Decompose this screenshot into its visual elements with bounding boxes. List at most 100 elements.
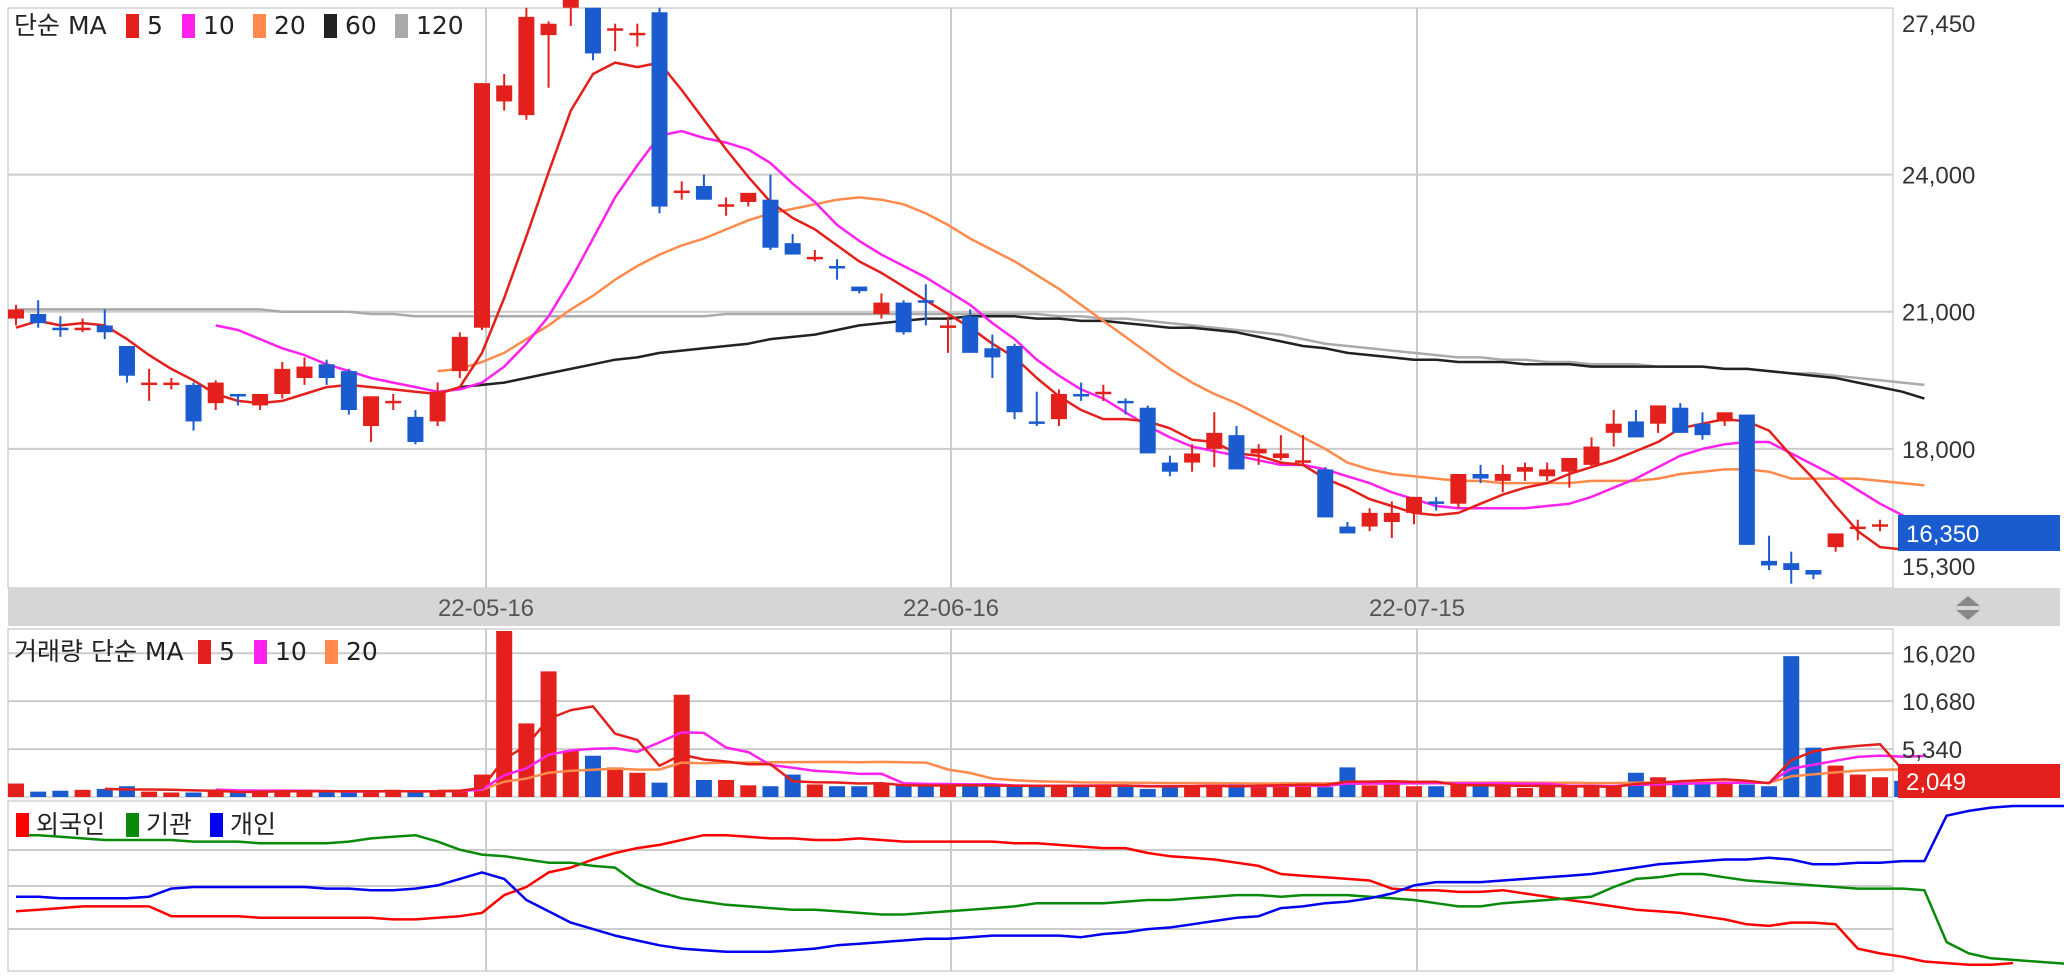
volume-bar [806, 784, 823, 797]
volume-bar [1872, 777, 1888, 797]
volume-legend-label: 20 [346, 637, 378, 666]
candle-body [185, 384, 202, 422]
candle-body [8, 309, 24, 319]
price-legend-swatch [126, 14, 139, 38]
volume-bar [518, 723, 535, 797]
candle-body [451, 336, 468, 372]
candle-body [1161, 462, 1178, 472]
volume-bar [651, 782, 668, 797]
volume-bar [1761, 786, 1778, 797]
volume-bar [340, 792, 357, 797]
candle [1317, 467, 1334, 518]
candle-body [1650, 405, 1667, 424]
volume-bar [118, 786, 135, 797]
volume-bar [584, 755, 601, 797]
volume-legend-title: 거래량 단순 MA [14, 637, 184, 666]
candle-body [895, 302, 912, 333]
candle [895, 300, 912, 335]
investor-legend-label: 기관 [146, 810, 192, 839]
candle-body [962, 316, 979, 353]
candle-body [1028, 421, 1045, 424]
candle-body [762, 199, 779, 248]
candle-body [1494, 474, 1511, 481]
volume-bar [718, 779, 735, 797]
volume-bar [984, 785, 1001, 797]
candle-body [429, 391, 446, 422]
investor-legend-swatch [210, 813, 223, 837]
candle-body [718, 204, 735, 207]
volume-legend-swatch [325, 640, 338, 664]
candle-body [252, 394, 269, 406]
price-tick-label: 15,300 [1902, 554, 1975, 581]
candle-body [1872, 524, 1888, 527]
price-legend-title: 단순 MA [14, 11, 107, 40]
candle-body [1295, 460, 1312, 463]
volume-bar [562, 750, 579, 797]
volume-bar [829, 786, 846, 797]
candle-body [1050, 394, 1067, 420]
candle-body [207, 382, 224, 404]
volume-bar [8, 783, 24, 797]
volume-bar [1028, 786, 1045, 797]
volume-tick-label: 16,020 [1902, 641, 1975, 668]
current-volume-value: 2,049 [1906, 769, 1966, 796]
volume-bar [673, 694, 690, 797]
candle-body [873, 302, 890, 314]
candle-body [1095, 391, 1112, 395]
candle-body [1228, 435, 1245, 470]
candle-body [30, 314, 47, 324]
candle-body [74, 327, 91, 331]
volume-bar [1161, 787, 1178, 797]
volume-bar [540, 671, 557, 797]
volume-legend-label: 5 [219, 637, 235, 666]
candle-body [1738, 414, 1755, 545]
volume-bar [496, 631, 513, 797]
volume-bar [1361, 785, 1378, 797]
volume-bar [1006, 786, 1023, 797]
candle-body [1849, 526, 1866, 530]
volume-bar [1583, 787, 1600, 797]
candle-body [1139, 407, 1156, 454]
candle-body [806, 256, 823, 260]
candle-body [651, 12, 668, 207]
candle-body [851, 286, 868, 292]
volume-bar [1849, 774, 1866, 797]
volume-bar [1738, 784, 1755, 797]
volume-bar [1406, 786, 1422, 797]
candle-body [1073, 394, 1090, 397]
date-tick-label: 22-07-15 [1369, 595, 1465, 622]
volume-bar [940, 786, 956, 797]
candle-body [784, 243, 801, 255]
volume-bar [1716, 783, 1733, 797]
candle-body [274, 368, 291, 394]
candle-body [385, 400, 402, 404]
current-price-tag: 16,350 [1898, 515, 2060, 551]
candle-body [474, 83, 490, 328]
candle-body [1827, 533, 1844, 548]
price-legend-label: 60 [345, 11, 377, 40]
candle [451, 332, 468, 378]
candle [474, 83, 490, 330]
price-legend-label: 10 [203, 11, 235, 40]
price-legend-label: 20 [274, 11, 306, 40]
date-tick-label: 22-06-16 [903, 595, 999, 622]
candle-body [1428, 501, 1445, 504]
candle-body [407, 416, 424, 442]
candle-body [340, 371, 357, 410]
investor-legend-label: 개인 [230, 810, 276, 839]
volume-bar [851, 786, 868, 797]
volume-bar [1206, 786, 1223, 797]
volume-bar [740, 785, 757, 797]
current-price-value: 16,350 [1906, 521, 1979, 548]
volume-bar [695, 779, 712, 797]
candle-body [984, 348, 1001, 358]
volume-bar [607, 767, 624, 797]
candle-body [1383, 512, 1400, 522]
candle-body [363, 396, 380, 426]
price-legend-swatch [253, 14, 266, 38]
volume-bar [1428, 786, 1445, 797]
candle-body [1672, 407, 1689, 433]
candle-body [1272, 453, 1289, 458]
candle-body [1317, 469, 1334, 518]
stock-chart[interactable]: 22-05-16 22-06-16 22-07-15 27,450 24,000 21,… [0, 0, 2064, 979]
